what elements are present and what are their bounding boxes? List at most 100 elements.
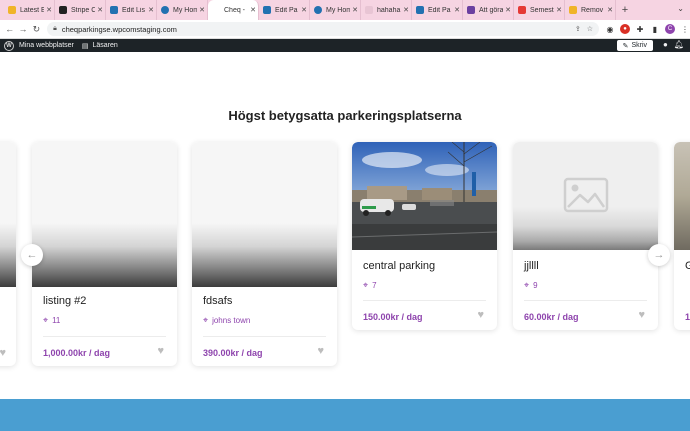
url-input[interactable]: 🔒︎ cheqparkingse.wpcomstaging.com ⇪ ☆ (47, 22, 599, 36)
user-icon[interactable]: ● (663, 40, 668, 49)
section-title: Högst betygsatta parkeringsplatserna (228, 108, 462, 123)
heart-icon[interactable]: ♥ (0, 347, 6, 359)
listing-card[interactable]: listing #2 ⌖ 11 1,000.00kr / dag ♥ (32, 142, 177, 366)
divider (524, 300, 647, 301)
puzzle-icon[interactable]: ✚ (635, 24, 645, 34)
url-text: cheqparkingse.wpcomstaging.com (61, 24, 177, 34)
favicon-icon (416, 6, 424, 14)
close-icon[interactable]: ✕ (299, 6, 309, 14)
close-icon[interactable]: ✕ (95, 6, 105, 14)
bookmark-star-icon[interactable]: ☆ (587, 25, 593, 33)
reader-icon: ▤ (81, 42, 89, 50)
page-content: Högst betygsatta parkeringsplatserna ♥ l… (0, 52, 690, 431)
map-pin-icon: ⌖ (524, 280, 530, 290)
listing-card-partial[interactable]: ♥ (0, 142, 16, 366)
parking-lot-photo (352, 142, 497, 250)
listing-title[interactable]: G (685, 260, 690, 272)
browser-tab[interactable]: Semest ✕ (514, 0, 565, 20)
browser-tab-bar: Latest E ✕ Stripe C ✕ Edit Lis ✕ My Hom ✕ Ch… (0, 0, 690, 20)
listing-card[interactable]: fdsafs ⌖ johns town 390.00kr / dag ♥ (192, 142, 337, 366)
browser-tab[interactable]: Remov ✕ (565, 0, 616, 20)
back-icon[interactable]: ← (3, 24, 16, 34)
browser-tab[interactable]: Edit Lis ✕ (106, 0, 157, 20)
reader-link[interactable]: ▤ Läsaren (82, 42, 118, 50)
listing-location: ⌖ 9 (524, 280, 538, 290)
divider (363, 300, 486, 301)
close-icon[interactable]: ✕ (197, 6, 207, 14)
listing-card[interactable]: jjllll ⌖ 9 60.00kr / dag ♥ (513, 142, 658, 330)
close-icon[interactable]: ✕ (248, 6, 258, 14)
listing-title[interactable]: fdsafs (203, 295, 232, 307)
write-button[interactable]: ✎ Skriv (616, 40, 653, 51)
notifications-bell-icon[interactable]: 🔔︎ (674, 40, 684, 49)
favicon-icon (365, 6, 373, 14)
favicon-icon (263, 6, 271, 14)
close-icon[interactable]: ✕ (44, 6, 54, 14)
heart-icon[interactable]: ♥ (157, 345, 164, 357)
browser-tab[interactable]: hahaha ✕ (361, 0, 412, 20)
carousel-prev-button[interactable]: ← (21, 244, 43, 266)
extension-badge-icon[interactable]: ● (620, 24, 630, 34)
listing-price: 1,000.00kr / dag (43, 348, 111, 358)
new-tab-button[interactable]: + (616, 4, 634, 16)
favicon-icon (314, 6, 322, 14)
listing-location: ⌖ johns town (203, 315, 251, 325)
divider (43, 336, 166, 337)
divider (203, 336, 326, 337)
browser-tab[interactable]: Att göra ✕ (463, 0, 514, 20)
close-icon[interactable]: ✕ (554, 6, 564, 14)
listing-title[interactable]: listing #2 (43, 295, 86, 307)
avatar[interactable]: C (665, 24, 675, 34)
map-pin-icon: ⌖ (203, 315, 209, 325)
reload-icon[interactable]: ↻ (30, 24, 43, 35)
lock-icon[interactable]: 🔒︎ (53, 25, 57, 33)
favicon-icon (467, 6, 475, 14)
browser-tab-active[interactable]: Cheq - ✕ (208, 0, 259, 20)
close-icon[interactable]: ✕ (146, 6, 156, 14)
listing-card[interactable]: central parking ⌖ 7 150.00kr / dag ♥ (352, 142, 497, 330)
browser-tab[interactable]: Latest E ✕ (4, 0, 55, 20)
listing-price: 150.00kr / dag (363, 312, 423, 322)
heart-icon[interactable]: ♥ (317, 345, 324, 357)
share-icon[interactable]: ⇪ (575, 25, 581, 33)
tab-search-icon[interactable]: ⌄ (677, 4, 684, 13)
menu-dots-icon[interactable]: ⋮ (680, 24, 690, 34)
listing-photo (352, 142, 497, 250)
favicon-icon (569, 6, 577, 14)
listing-card-partial[interactable]: G 1 (674, 142, 690, 330)
close-icon[interactable]: ✕ (452, 6, 462, 14)
browser-tab[interactable]: My Hom ✕ (310, 0, 361, 20)
close-icon[interactable]: ✕ (401, 6, 411, 14)
image-placeholder-icon (563, 177, 609, 213)
favicon-icon (8, 6, 16, 14)
listing-title[interactable]: central parking (363, 260, 435, 272)
browser-tab[interactable]: Edit Pa ✕ (259, 0, 310, 20)
listing-price: 1 (685, 312, 690, 322)
browser-tab[interactable]: Edit Pa ✕ (412, 0, 463, 20)
extension-icon[interactable]: ◉ (605, 24, 615, 34)
close-icon[interactable]: ✕ (503, 6, 513, 14)
favicon-icon (59, 6, 67, 14)
heart-icon[interactable]: ♥ (638, 309, 645, 321)
browser-tab[interactable]: Stripe C ✕ (55, 0, 106, 20)
sidebar-icon[interactable]: ▮ (650, 24, 660, 34)
wordpress-logo-icon[interactable]: W (4, 40, 14, 51)
address-bar: ← → ↻ 🔒︎ cheqparkingse.wpcomstaging.com … (0, 20, 690, 39)
listing-price: 390.00kr / dag (203, 348, 263, 358)
listing-title[interactable]: jjllll (524, 260, 539, 272)
listing-photo (674, 142, 690, 250)
pencil-icon: ✎ (622, 42, 629, 50)
carousel-next-button[interactable]: → (648, 244, 670, 266)
browser-tab[interactable]: My Hom ✕ (157, 0, 208, 20)
forward-icon[interactable]: → (16, 24, 29, 34)
listing-image (0, 142, 16, 287)
extensions-area: ◉ ● ✚ ▮ C ⋮ (605, 24, 690, 34)
close-icon[interactable]: ✕ (350, 6, 360, 14)
favicon-icon (212, 6, 220, 14)
my-sites-link[interactable]: Mina webbplatser (19, 42, 74, 49)
wp-admin-bar: W Mina webbplatser ▤ Läsaren ✎ Skriv ● 🔔︎ (0, 39, 690, 52)
close-icon[interactable]: ✕ (605, 6, 615, 14)
heart-icon[interactable]: ♥ (477, 309, 484, 321)
favicon-icon (161, 6, 169, 14)
favicon-icon (110, 6, 118, 14)
